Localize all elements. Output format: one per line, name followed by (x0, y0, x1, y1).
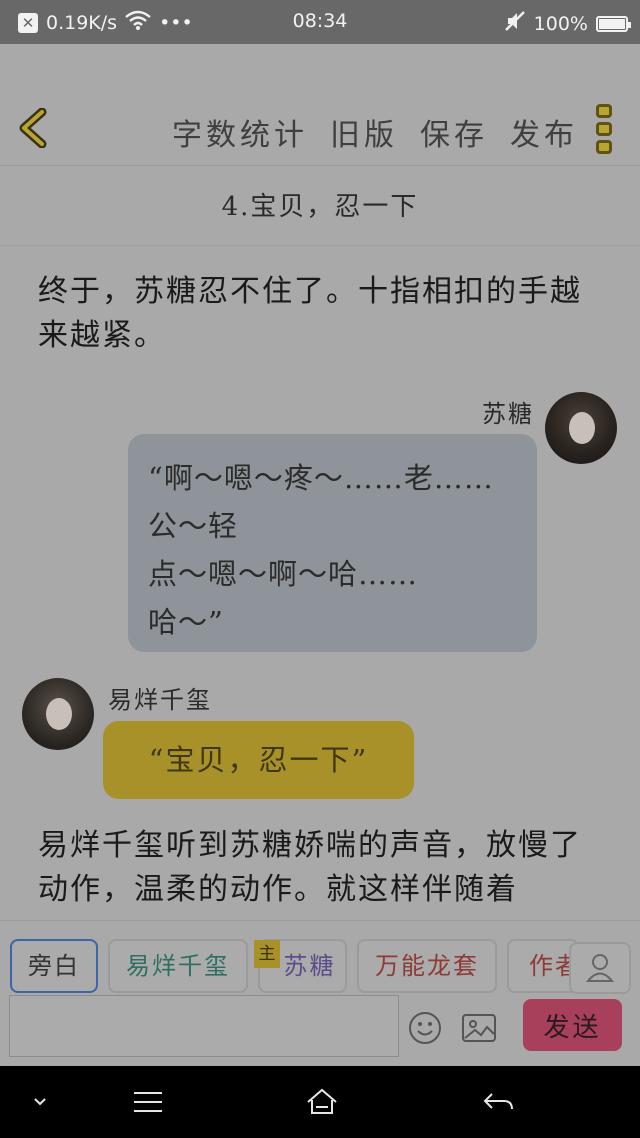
word-count-button[interactable]: 字数统计 (172, 110, 308, 154)
status-right: 100% (504, 10, 631, 37)
home-icon (307, 1088, 337, 1114)
nav-menu-button[interactable] (126, 1066, 170, 1138)
return-icon (483, 1093, 513, 1110)
old-version-button[interactable]: 旧版 (330, 110, 398, 154)
role-tab-yi-yangqianxi[interactable]: 易烊千玺 (108, 939, 248, 993)
speaker-name-right: 苏糖 (482, 400, 534, 428)
chevron-down-icon (34, 1098, 46, 1106)
back-button[interactable] (16, 107, 52, 149)
image-icon (462, 1014, 496, 1042)
battery-level: 100% (533, 12, 588, 35)
battery-icon (596, 15, 631, 32)
main-role-badge: 主 (254, 940, 280, 968)
narration-paragraph-2: 易烊千玺听到苏糖娇喘的声音，放慢了动作，温柔的动作。就这样伴随着 (38, 828, 582, 907)
role-tab-extras[interactable]: 万能龙套 (357, 939, 497, 993)
role-tab-narrator[interactable]: 旁白 (10, 939, 98, 993)
nav-collapse-button[interactable] (20, 1066, 60, 1138)
emoji-button[interactable] (408, 1011, 442, 1045)
message-input[interactable] (9, 995, 399, 1057)
status-bar: ✕ 0.19K/s ••• 08:34 100% (0, 0, 640, 44)
message-bubble-right[interactable]: “啊～嗯～疼～……老……公～轻 点～嗯～啊～哈…… 哈～” (128, 434, 537, 652)
narration-paragraph: 终于，苏糖忍不住了。十指相扣的手越来越紧。 (38, 274, 582, 353)
nav-home-button[interactable] (300, 1066, 344, 1138)
avatar-su-tang[interactable] (545, 392, 617, 464)
add-role-button[interactable] (569, 942, 631, 994)
avatar-yi-yangqianxi[interactable] (22, 678, 94, 750)
send-button[interactable]: 发送 (523, 999, 622, 1051)
emoji-icon (409, 1012, 441, 1044)
more-vertical-icon[interactable] (596, 104, 614, 154)
chevron-left-icon (19, 107, 47, 149)
mute-icon (504, 10, 526, 37)
chapter-title[interactable]: 4.宝贝，忍一下 (0, 168, 640, 246)
message-bubble-left[interactable]: “宝贝，忍一下” (103, 721, 414, 799)
publish-button[interactable]: 发布 (510, 110, 578, 154)
header-actions: 字数统计 旧版 保存 发布 (172, 110, 578, 154)
image-button[interactable] (461, 1012, 497, 1044)
system-nav-bar (0, 1066, 640, 1138)
nav-back-button[interactable] (476, 1066, 520, 1138)
user-icon (585, 954, 615, 982)
save-button[interactable]: 保存 (420, 110, 488, 154)
menu-icon (134, 1092, 162, 1112)
speaker-name-left: 易烊千玺 (108, 686, 212, 714)
editor-header: 字数统计 旧版 保存 发布 (0, 90, 640, 166)
